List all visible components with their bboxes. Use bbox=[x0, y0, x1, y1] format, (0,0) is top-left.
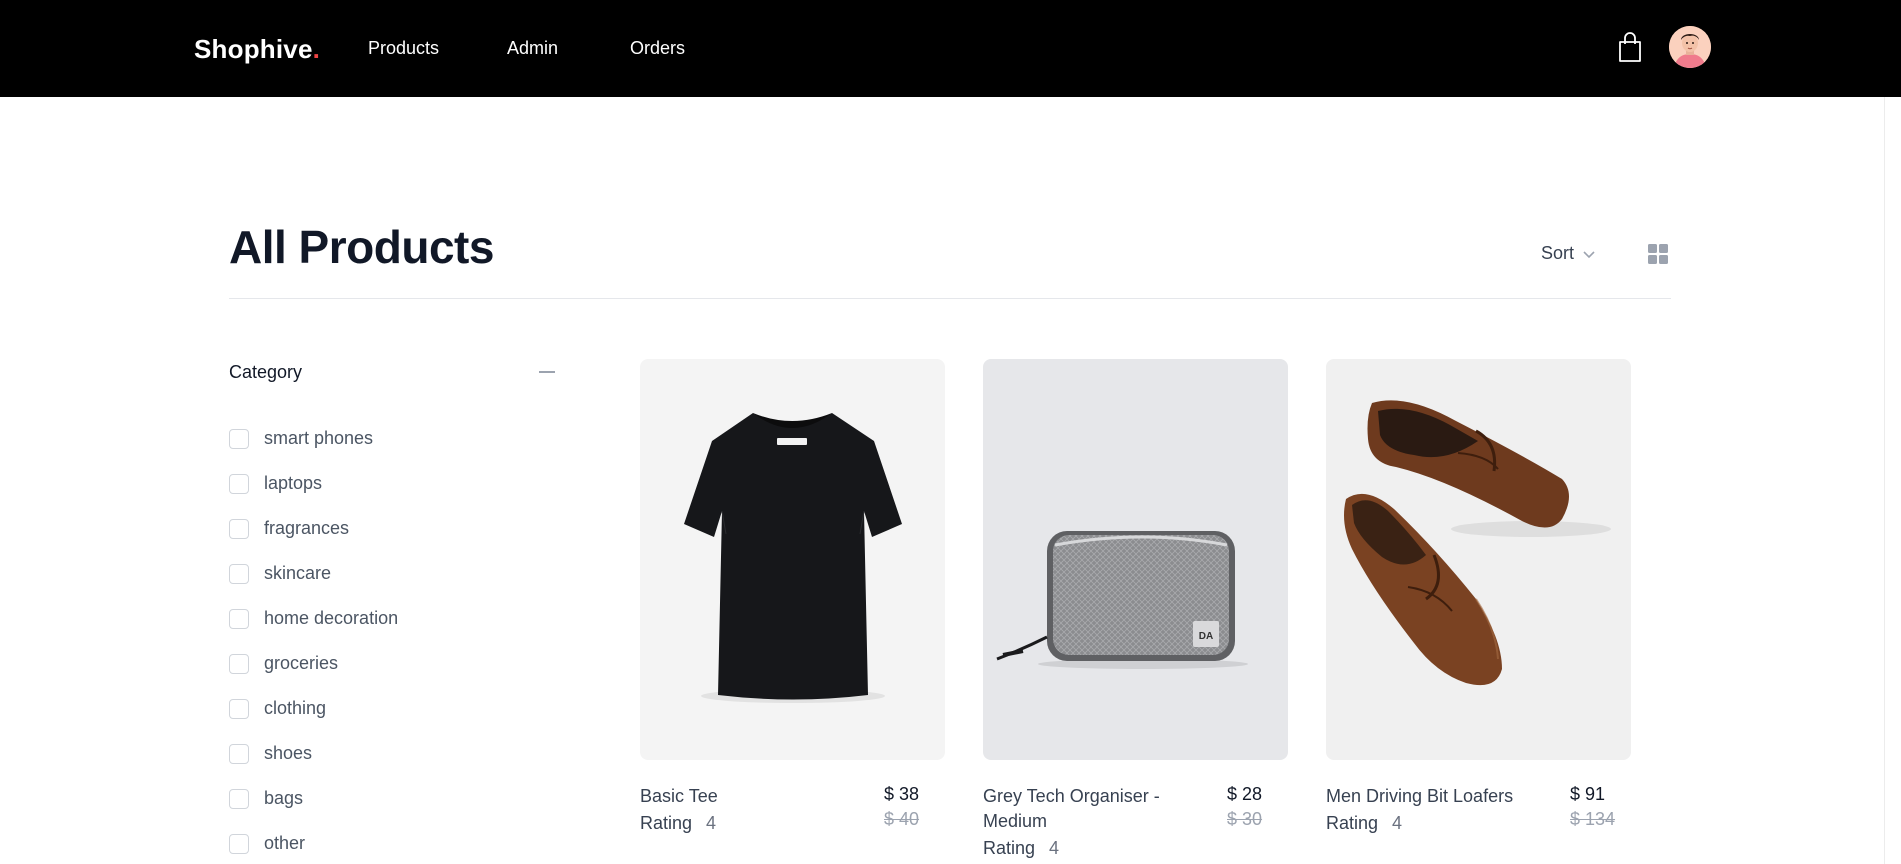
filter-option-smart-phones[interactable]: smart phones bbox=[229, 416, 398, 461]
checkbox[interactable] bbox=[229, 563, 249, 584]
page-scrollbar[interactable] bbox=[1884, 97, 1901, 864]
product-old-price: $ 30 bbox=[1227, 809, 1263, 829]
shopping-bag-icon[interactable] bbox=[1616, 31, 1644, 63]
sort-button[interactable]: Sort bbox=[1541, 243, 1596, 264]
sort-label: Sort bbox=[1541, 243, 1575, 263]
product-info: Basic Tee Rating 4 $ 38 $ 40 bbox=[640, 784, 945, 834]
checkbox[interactable] bbox=[229, 518, 249, 539]
header-divider bbox=[229, 298, 1671, 299]
top-navbar: Shophive. Products Admin Orders bbox=[0, 0, 1901, 97]
filter-option-home-decoration[interactable]: home decoration bbox=[229, 596, 398, 641]
checkbox[interactable] bbox=[229, 653, 249, 674]
checkbox[interactable] bbox=[229, 698, 249, 719]
filter-option-other[interactable]: other bbox=[229, 821, 398, 864]
svg-text:DA: DA bbox=[1199, 631, 1213, 642]
checkbox[interactable] bbox=[229, 428, 249, 449]
user-avatar[interactable] bbox=[1669, 26, 1711, 68]
product-price: $ 91 bbox=[1570, 784, 1606, 804]
product-name[interactable]: Men Driving Bit Loafers bbox=[1326, 784, 1536, 809]
checkbox[interactable] bbox=[229, 833, 249, 854]
filter-option-clothing[interactable]: clothing bbox=[229, 686, 398, 731]
brand-logo[interactable]: Shophive. bbox=[194, 34, 320, 65]
category-filter-list: smart phones laptops fragrances skincare… bbox=[229, 416, 398, 864]
category-filter-header[interactable]: Category bbox=[229, 360, 556, 386]
product-old-price: $ 40 bbox=[884, 809, 920, 829]
product-name[interactable]: Basic Tee bbox=[640, 784, 850, 809]
product-image[interactable]: DA bbox=[983, 359, 1288, 760]
product-name[interactable]: Grey Tech Organiser - Medium bbox=[983, 784, 1193, 834]
filter-option-laptops[interactable]: laptops bbox=[229, 461, 398, 506]
category-filter-title: Category bbox=[229, 362, 303, 382]
grid-view-icon[interactable] bbox=[1647, 243, 1669, 265]
nav-orders[interactable]: Orders bbox=[630, 38, 685, 59]
checkbox[interactable] bbox=[229, 608, 249, 629]
nav-admin[interactable]: Admin bbox=[507, 38, 558, 59]
checkbox[interactable] bbox=[229, 473, 249, 494]
filter-option-groceries[interactable]: groceries bbox=[229, 641, 398, 686]
product-image[interactable] bbox=[1326, 359, 1631, 760]
chevron-down-icon bbox=[1583, 250, 1595, 258]
product-card[interactable]: Men Driving Bit Loafers Rating 4 $ 91 $ 1… bbox=[1326, 359, 1631, 834]
filter-option-fragrances[interactable]: fragrances bbox=[229, 506, 398, 551]
product-info: Men Driving Bit Loafers Rating 4 $ 91 $ 1… bbox=[1326, 784, 1631, 834]
product-info: Grey Tech Organiser - Medium Rating 4 $ 2… bbox=[983, 784, 1288, 859]
filter-option-skincare[interactable]: skincare bbox=[229, 551, 398, 596]
product-old-price: $ 134 bbox=[1570, 809, 1616, 829]
product-price: $ 38 bbox=[884, 784, 920, 804]
checkbox[interactable] bbox=[229, 743, 249, 764]
product-image[interactable] bbox=[640, 359, 945, 760]
minus-icon[interactable] bbox=[539, 371, 555, 373]
checkbox[interactable] bbox=[229, 788, 249, 809]
filter-option-bags[interactable]: bags bbox=[229, 776, 398, 821]
nav-products[interactable]: Products bbox=[368, 38, 439, 59]
product-price: $ 28 bbox=[1227, 784, 1263, 804]
product-card[interactable]: DA Grey Tech Organiser - Medium Rating 4 … bbox=[983, 359, 1288, 859]
filter-option-shoes[interactable]: shoes bbox=[229, 731, 398, 776]
page-title: All Products bbox=[229, 221, 494, 273]
product-card[interactable]: Basic Tee Rating 4 $ 38 $ 40 bbox=[640, 359, 945, 834]
product-rating: Rating 4 bbox=[983, 838, 1060, 858]
